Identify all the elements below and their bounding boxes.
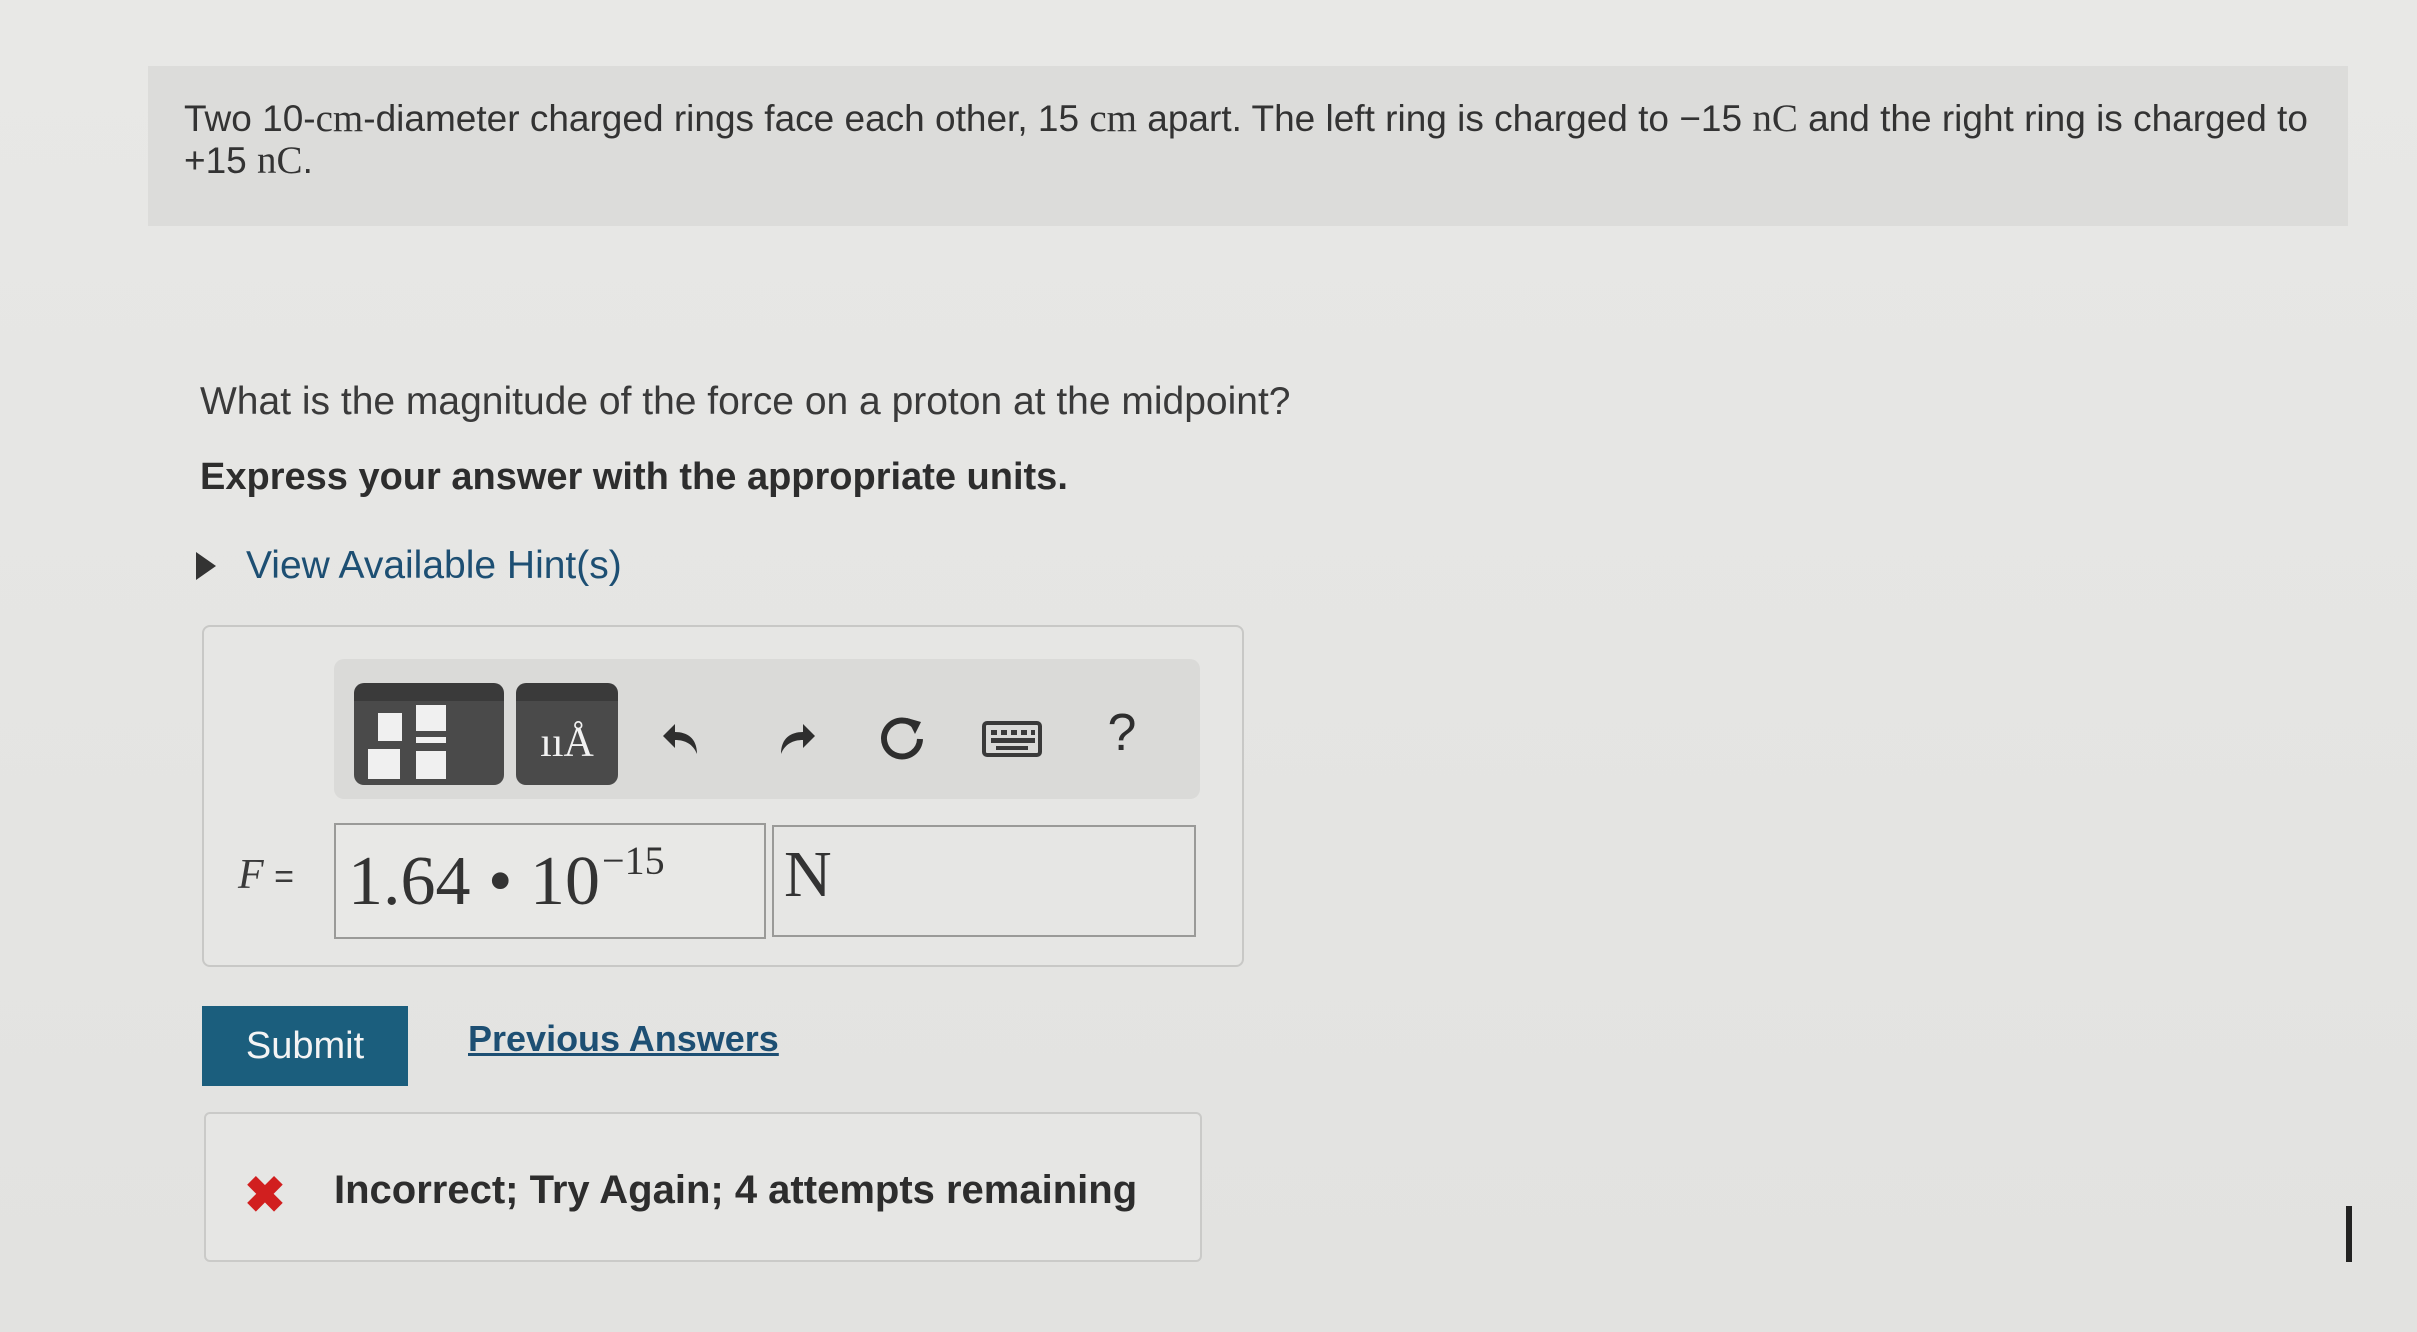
unit-cm: cm — [1089, 97, 1137, 140]
page: Two 10-cm-diameter charged rings face ea… — [0, 0, 2417, 1332]
reset-icon[interactable] — [872, 709, 932, 769]
previous-answers-link[interactable]: Previous Answers — [468, 1018, 779, 1060]
problem-text: . — [302, 140, 313, 181]
charge-left: −15 — [1679, 98, 1743, 139]
problem-statement: Two 10-cm-diameter charged rings face ea… — [148, 66, 2348, 226]
view-hints-toggle[interactable]: View Available Hint(s) — [196, 544, 622, 588]
units-button[interactable]: ııÅ — [516, 683, 618, 785]
templates-button[interactable] — [354, 683, 504, 785]
units-icon: ııÅ — [540, 720, 594, 766]
problem-text: apart. The left ring is charged to — [1136, 98, 1680, 139]
submit-button[interactable]: Submit — [202, 1006, 408, 1086]
value-exponent: −15 — [602, 838, 665, 883]
problem-text: -diameter charged rings face each other,… — [363, 98, 1090, 139]
unit-cm: cm — [315, 97, 364, 140]
keyboard-icon[interactable] — [982, 709, 1042, 769]
math-toolbar: ııÅ ? — [334, 659, 1200, 799]
text-cursor — [2346, 1206, 2352, 1262]
unit-nc: nC — [1752, 97, 1798, 140]
undo-icon[interactable] — [654, 709, 714, 769]
redo-icon[interactable] — [764, 709, 824, 769]
unit-value: N — [784, 838, 832, 911]
equals-sign: = — [274, 858, 295, 896]
unit-input[interactable]: N — [772, 825, 1196, 937]
instruction-text: Express your answer with the appropriate… — [200, 456, 1068, 498]
answer-panel: ııÅ ? F = 1.64 • 10−15 N — [202, 625, 1244, 967]
problem-text: Two 10- — [184, 98, 316, 139]
charge-right: +15 — [184, 140, 247, 181]
error-x-icon: ✖ — [244, 1167, 286, 1223]
feedback-message: Incorrect; Try Again; 4 attempts remaini… — [334, 1168, 1138, 1212]
value-mantissa: 1.64 • 10 — [348, 843, 601, 920]
unit-nc: nC — [257, 139, 303, 182]
help-icon[interactable]: ? — [1092, 703, 1152, 763]
equation-label: F = — [238, 851, 294, 899]
expand-triangle-icon — [196, 552, 216, 580]
value-input[interactable]: 1.64 • 10−15 — [334, 823, 766, 939]
hints-label: View Available Hint(s) — [246, 544, 622, 587]
variable-label: F — [238, 852, 264, 898]
question-text: What is the magnitude of the force on a … — [200, 380, 1291, 423]
problem-text: and the right ring is charged to — [1797, 98, 2308, 139]
feedback-box: ✖ Incorrect; Try Again; 4 attempts remai… — [204, 1112, 1202, 1262]
